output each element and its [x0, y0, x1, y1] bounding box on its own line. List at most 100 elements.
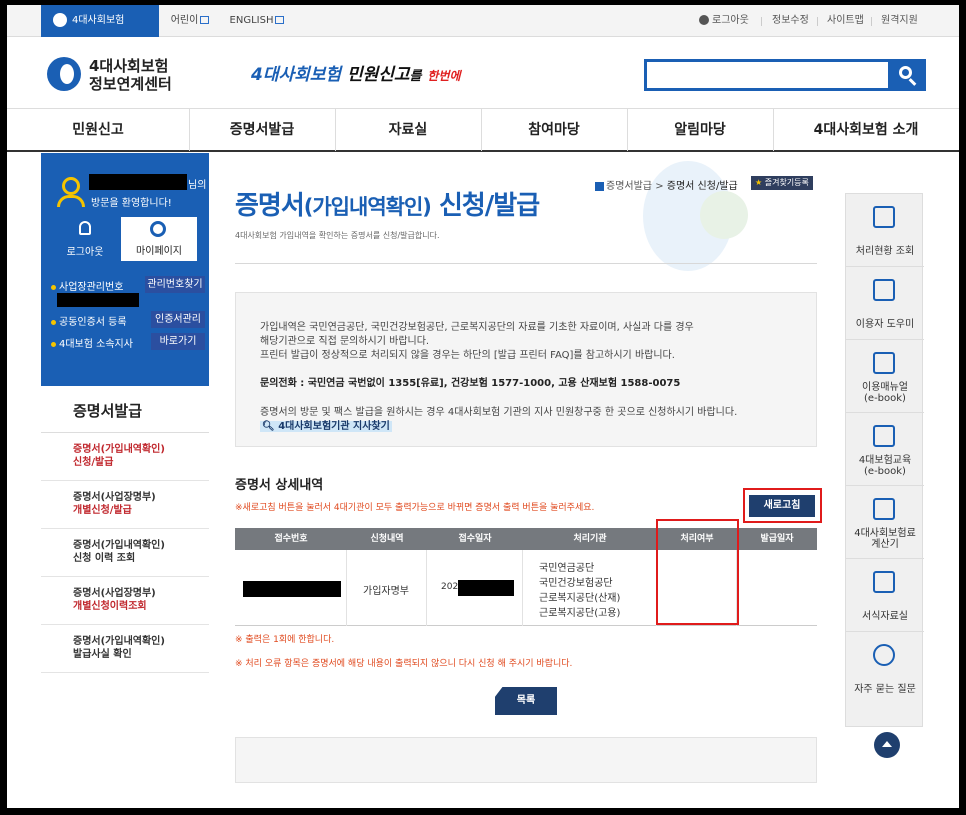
list-button[interactable]: 목록 — [495, 687, 557, 715]
lnb-item-membership-issue[interactable]: 증명서(가입내역확인) 신청/발급 — [41, 433, 209, 481]
home-icon — [595, 181, 604, 191]
gnb-about[interactable]: 4대사회보험 소개 — [773, 109, 959, 151]
branch-find-link[interactable]: 🔍︎ 4대사회보험기관 지사찾기 — [260, 417, 392, 432]
new-window-icon — [200, 16, 210, 24]
agency-nps: 국민연금공단 — [539, 563, 595, 574]
info-line2: 해당기관으로 직접 문의하시기 바랍니다. — [260, 336, 430, 347]
bottom-box — [235, 737, 817, 783]
welcome-text: 방문을 환영합니다! — [91, 198, 172, 209]
refresh-notice: ※새로고침 버튼을 눌러서 4대기관이 모두 출력가능으로 바뀌면 증명서 출력… — [235, 503, 595, 513]
quick-calculator[interactable]: 4대사회보험료 계산기 — [846, 486, 924, 559]
help-monitor-icon — [873, 279, 895, 301]
agency-comwel-injury: 근로복지공단(산재) — [539, 593, 621, 604]
quick-process-status[interactable]: 처리현황 조회 — [846, 194, 924, 267]
calculator-icon — [873, 498, 895, 520]
document-check-icon — [873, 206, 895, 228]
logo-icon — [53, 13, 67, 27]
search-input[interactable] — [644, 59, 890, 91]
lnb-item-workplace-history[interactable]: 증명서(사업장명부) 개별신청이력조회 — [41, 577, 209, 625]
edit-info-link[interactable]: 정보수정 — [772, 5, 809, 37]
remote-support-link[interactable]: 원격지원 — [881, 5, 918, 37]
warning-once: ※ 출력은 1회에 한합니다. — [235, 635, 335, 645]
col-agency: 처리기관 — [573, 534, 607, 544]
redacted-user-name — [89, 174, 187, 190]
logo-text-line2[interactable]: 정보연계센터 — [89, 73, 172, 94]
col-request-type: 신청내역 — [370, 534, 404, 544]
tab-kids[interactable]: 어린이 — [159, 5, 221, 37]
info-line3: 프린터 발급이 정상적으로 처리되지 않을 경우는 하단의 [발급 프린터 FA… — [260, 350, 675, 361]
tab-english[interactable]: ENGLISH — [221, 5, 293, 37]
quick-faq[interactable]: 자주 묻는 질문 — [846, 632, 924, 705]
lnb-item-workplace-issue[interactable]: 증명서(사업장명부) 개별신청/발급 — [41, 481, 209, 529]
divider — [235, 263, 817, 264]
page-title: 증명서(가입내역확인) 신청/발급 — [235, 191, 540, 221]
redacted-date — [458, 580, 514, 596]
breadcrumb-parent[interactable]: 증명서발급 — [606, 181, 652, 192]
redacted-receipt-no — [243, 581, 341, 597]
agency-nhis: 국민건강보험공단 — [539, 578, 613, 589]
utility-bar: 4대사회보험 어린이 ENGLISH 로그아웃 정보수정 사이트맵 원격지원 — [7, 5, 959, 37]
form-list-icon — [873, 571, 895, 593]
watermark-logo-inner — [700, 191, 748, 239]
tab-english-label: ENGLISH — [229, 15, 274, 26]
search-icon: 🔍︎ — [262, 421, 275, 432]
gnb-library[interactable]: 자료실 — [335, 109, 481, 151]
logout-button[interactable]: 로그아웃 — [57, 219, 113, 259]
gnb-notice[interactable]: 알림마당 — [627, 109, 773, 151]
cert-label: 공동인증서 등록 — [51, 313, 127, 328]
col-issue-date: 발급일자 — [760, 534, 794, 544]
slogan: 4대사회보험 민원신고를 한번에 — [251, 65, 461, 85]
col-receipt-no: 접수번호 — [274, 534, 308, 544]
highlight-box-status — [656, 519, 739, 625]
tab-home-label: 4대사회보험 — [72, 15, 125, 26]
warning-error: ※ 처리 오류 항목은 증명서에 해당 내용이 출력되지 않으니 다시 신청 해… — [235, 659, 573, 669]
faq-bubble-icon — [873, 644, 895, 666]
quick-manual[interactable]: 이용매뉴얼 (e-book) — [846, 340, 924, 413]
gnb-complaint[interactable]: 민원신고 — [7, 109, 189, 151]
gnb-certificate[interactable]: 증명서발급 — [189, 109, 335, 151]
mypage-button[interactable]: 마이페이지 — [121, 217, 197, 261]
quick-menu: 처리현황 조회 이용자 도우미 이용매뉴얼 (e-book) 4대보험교육 (e… — [845, 193, 924, 727]
greeting-suffix: 님의 — [188, 180, 207, 191]
biz-no-label: 사업장관리번호 — [51, 278, 123, 293]
info-line1: 가입내역은 국민연금공단, 국민건강보험공단, 근로복지공단의 자료를 기초한 … — [260, 322, 694, 333]
lock-icon — [79, 221, 91, 235]
new-window-icon — [275, 16, 285, 24]
lnb-item-issue-verify[interactable]: 증명서(가입내역확인) 발급사실 확인 — [41, 625, 209, 673]
section-title: 증명서 상세내역 — [235, 478, 324, 493]
favorite-button[interactable]: ★ 즐겨찾기등록 — [751, 176, 813, 190]
cert-manage-button[interactable]: 인증서관리 — [151, 311, 205, 328]
quick-forms[interactable]: 서식자료실 — [846, 559, 924, 632]
breadcrumb-current: 증명서 신청/발급 — [666, 181, 738, 192]
lnb-item-membership-history[interactable]: 증명서(가입내역확인) 신청 이력 조회 — [41, 529, 209, 577]
user-panel: 님의 방문을 환영합니다! 로그아웃 마이페이지 사업장관리번호 관리번호찾기 … — [41, 153, 209, 383]
global-nav: 민원신고 증명서발급 자료실 참여마당 알림마당 4대사회보험 소개 — [7, 108, 959, 152]
highlight-box-refresh — [743, 488, 822, 523]
scroll-top-button[interactable] — [874, 732, 900, 758]
lnb-title: 증명서발급 — [41, 383, 209, 433]
info-visit: 증명서의 방문 및 팩스 발급을 원하시는 경우 4대사회보험 기관의 지사 민… — [260, 407, 738, 418]
manual-icon — [873, 352, 895, 374]
info-phone: 문의전화 : 국민연금 국번없이 1355[유료], 건강보험 1577-100… — [260, 378, 681, 389]
user-icon — [62, 177, 80, 195]
sitemap-link[interactable]: 사이트맵 — [827, 5, 864, 37]
branch-label: 4대보험 소속지사 — [51, 335, 133, 350]
cell-request-type: 가입자명부 — [363, 586, 409, 597]
gnb-participation[interactable]: 참여마당 — [481, 109, 627, 151]
tab-4insurance-home[interactable]: 4대사회보험 — [41, 5, 159, 37]
quick-education[interactable]: 4대보험교육 (e-book) — [846, 413, 924, 486]
search-button[interactable] — [888, 59, 926, 91]
star-icon: ★ — [755, 178, 763, 187]
tab-kids-label: 어린이 — [170, 15, 199, 26]
quick-user-helper[interactable]: 이용자 도우미 — [846, 267, 924, 340]
logout-link[interactable]: 로그아웃 — [699, 5, 749, 37]
logo-icon[interactable] — [47, 57, 81, 91]
branch-goto-button[interactable]: 바로가기 — [151, 333, 205, 350]
page-subtitle: 4대사회보험 가입내역을 확인하는 증명서를 신청/발급합니다. — [235, 231, 440, 240]
col-receipt-date: 접수일자 — [458, 534, 492, 544]
gear-icon — [150, 221, 166, 237]
breadcrumb: 증명서발급 > 증명서 신청/발급 — [595, 177, 738, 192]
find-biz-no-button[interactable]: 관리번호찾기 — [145, 276, 205, 293]
lock-icon — [699, 15, 709, 25]
redacted-biz-no — [57, 293, 139, 307]
